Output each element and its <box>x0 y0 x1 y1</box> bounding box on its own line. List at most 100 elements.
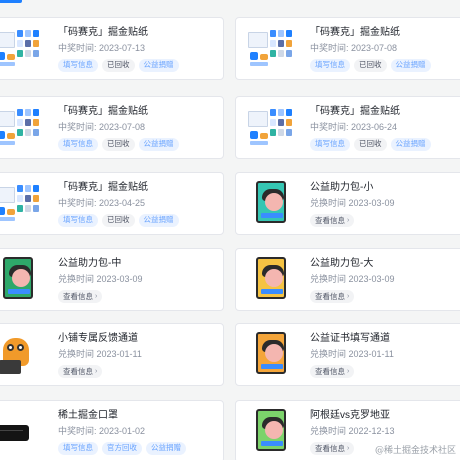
chevron-right-icon: › <box>347 444 350 452</box>
prize-pack-image <box>256 181 286 223</box>
fill-info-button[interactable]: 填写信息 <box>58 442 98 455</box>
prize-time: 中奖时间: 2023-07-08 <box>58 122 146 132</box>
prize-card[interactable]: 小铺专属反馈通道 兑换时间 2023-01-11 查看信息 › <box>0 323 224 386</box>
prize-time: 兑换时间 2022-12-13 <box>310 426 395 436</box>
prize-info: 「码赛克」掘金贴纸 中奖时间: 2023-06-24 填写信息 已回收 公益捐赠 <box>310 105 460 151</box>
prize-info: 稀土掘金口罩 中奖时间: 2023-01-02 填写信息 官方回收 公益捐赠 <box>58 409 219 455</box>
sticker-sheet-image <box>0 24 43 74</box>
chevron-right-icon: › <box>95 367 98 375</box>
charity-donate-button[interactable]: 公益捐赠 <box>390 59 431 72</box>
view-info-button[interactable]: 查看信息 › <box>310 290 355 303</box>
fill-info-button[interactable]: 填写信息 <box>310 138 350 151</box>
charity-donate-button[interactable]: 公益捐赠 <box>138 214 179 227</box>
charity-donate-button[interactable]: 公益捐赠 <box>138 59 179 72</box>
fill-info-button[interactable]: 填写信息 <box>310 59 350 72</box>
view-info-button[interactable]: 查看信息 › <box>58 365 103 378</box>
chevron-right-icon: › <box>95 292 98 300</box>
recycled-status-button[interactable]: 已回收 <box>102 214 135 227</box>
prize-thumbnail <box>246 103 296 153</box>
sticker-sheet-image <box>0 179 43 229</box>
prize-title: 「码赛克」掘金贴纸 <box>58 106 148 117</box>
sticker-sheet-image <box>246 103 296 153</box>
charity-donate-button[interactable]: 公益捐赠 <box>138 138 179 151</box>
prize-card[interactable]: 稀土掘金口罩 中奖时间: 2023-01-02 填写信息 官方回收 公益捐赠 <box>0 400 224 460</box>
prize-card[interactable]: 「码赛克」掘金贴纸 中奖时间: 2023-07-13 填写信息 已回收 公益捐赠 <box>0 17 224 80</box>
prize-time: 中奖时间: 2023-04-25 <box>58 198 146 208</box>
charity-donate-button[interactable]: 公益捐赠 <box>146 442 186 455</box>
chevron-right-icon: › <box>347 367 350 375</box>
sticker-sheet-image <box>246 24 296 74</box>
view-info-button[interactable]: 查看信息 › <box>310 442 355 455</box>
fill-info-button[interactable]: 填写信息 <box>58 59 98 72</box>
prize-time: 兑换时间 2023-01-11 <box>310 349 394 359</box>
prize-card[interactable]: 「码赛克」掘金贴纸 中奖时间: 2023-04-25 填写信息 已回收 公益捐赠 <box>0 172 224 235</box>
prize-title: 「码赛克」掘金贴纸 <box>58 27 148 38</box>
prize-card[interactable]: 「码赛克」掘金贴纸 中奖时间: 2023-07-08 填写信息 已回收 公益捐赠 <box>235 17 460 80</box>
prize-actions: 填写信息 已回收 公益捐赠 <box>58 59 219 72</box>
official-recycle-button[interactable]: 官方回收 <box>102 442 142 455</box>
prize-time: 兑换时间 2023-03-09 <box>310 198 395 208</box>
prize-thumbnail <box>0 407 43 457</box>
prize-title: 稀土掘金口罩 <box>58 410 118 421</box>
view-info-button[interactable]: 查看信息 › <box>310 214 355 227</box>
prize-card[interactable]: 「码赛克」掘金贴纸 中奖时间: 2023-06-24 填写信息 已回收 公益捐赠 <box>235 96 460 159</box>
watermark: @稀土掘金技术社区 <box>374 446 456 456</box>
view-info-button[interactable]: 查看信息 › <box>310 365 355 378</box>
fill-info-button[interactable]: 填写信息 <box>58 138 98 151</box>
recycled-status-button[interactable]: 已回收 <box>354 138 387 151</box>
prize-time: 兑换时间 2023-03-09 <box>58 274 143 284</box>
prize-title: 阿根廷vs克罗地亚 <box>310 410 390 421</box>
recycled-status-button[interactable]: 已回收 <box>102 59 135 72</box>
prize-info: 小铺专属反馈通道 兑换时间 2023-01-11 查看信息 › <box>58 332 219 378</box>
view-info-label: 查看信息 <box>315 366 345 376</box>
prize-pack-image <box>256 409 286 451</box>
prize-title: 公益证书填写通道 <box>310 333 390 344</box>
prize-info: 「码赛克」掘金贴纸 中奖时间: 2023-04-25 填写信息 已回收 公益捐赠 <box>58 181 219 227</box>
prize-info: 公益证书填写通道 兑换时间 2023-01-11 查看信息 › <box>310 332 460 378</box>
prize-actions: 填写信息 已回收 公益捐赠 <box>58 138 219 151</box>
prize-pack-image <box>256 332 286 374</box>
view-info-button[interactable]: 查看信息 › <box>58 290 103 303</box>
prize-info: 公益助力包-大 兑换时间 2023-03-09 查看信息 › <box>310 257 460 303</box>
prize-card[interactable]: 公益助力包-小兑换时间 2023-03-09 查看信息 › <box>235 172 460 235</box>
view-info-label: 查看信息 <box>315 215 345 225</box>
prize-title: 公益助力包-中 <box>58 258 122 269</box>
prize-info: 公益助力包-小兑换时间 2023-03-09 查看信息 › <box>310 181 460 227</box>
view-info-label: 查看信息 <box>315 443 345 453</box>
prize-card[interactable]: 公益助力包-大 兑换时间 2023-03-09 查看信息 › <box>235 248 460 311</box>
prize-actions: 查看信息 › <box>58 290 219 303</box>
prize-thumbnail <box>246 255 296 305</box>
recycled-status-button[interactable]: 已回收 <box>354 59 387 72</box>
charity-donate-button[interactable]: 公益捐赠 <box>390 138 431 151</box>
mask-image <box>0 407 43 457</box>
prize-card[interactable]: 公益证书填写通道 兑换时间 2023-01-11 查看信息 › <box>235 323 460 386</box>
prize-title: 「码赛克」掘金贴纸 <box>310 106 400 117</box>
fill-info-button[interactable]: 填写信息 <box>58 214 98 227</box>
prize-actions: 查看信息 › <box>310 290 460 303</box>
prize-title: 「码赛克」掘金贴纸 <box>310 27 400 38</box>
prize-title: 公益助力包-小 <box>310 182 374 193</box>
view-info-label: 查看信息 <box>315 291 345 301</box>
prize-title: 小铺专属反馈通道 <box>58 333 138 344</box>
prize-actions: 查看信息 › <box>58 365 219 378</box>
mascot-image <box>0 330 43 380</box>
prize-info: 「码赛克」掘金贴纸 中奖时间: 2023-07-08 填写信息 已回收 公益捐赠 <box>310 26 460 72</box>
prize-info: 「码赛克」掘金贴纸 中奖时间: 2023-07-08 填写信息 已回收 公益捐赠 <box>58 105 219 151</box>
prize-thumbnail <box>0 330 43 380</box>
view-info-label: 查看信息 <box>63 291 93 301</box>
prize-actions: 填写信息 已回收 公益捐赠 <box>310 138 460 151</box>
prize-thumbnail <box>0 103 43 153</box>
prize-card[interactable]: 公益助力包-中兑换时间 2023-03-09 查看信息 › <box>0 248 224 311</box>
prize-time: 中奖时间: 2023-07-13 <box>58 43 146 53</box>
prize-thumbnail <box>246 24 296 74</box>
prize-pack-image <box>256 257 286 299</box>
prize-actions: 填写信息 已回收 公益捐赠 <box>310 59 460 72</box>
prize-card-grid: 「码赛克」掘金贴纸 中奖时间: 2023-07-13 填写信息 已回收 公益捐赠 「码赛克… <box>0 0 460 460</box>
prize-info: 公益助力包-中兑换时间 2023-03-09 查看信息 › <box>58 257 219 303</box>
prize-title: 公益助力包-大 <box>310 258 374 269</box>
prize-card[interactable]: 「码赛克」掘金贴纸 中奖时间: 2023-07-08 填写信息 已回收 公益捐赠 <box>0 96 224 159</box>
chevron-right-icon: › <box>347 216 350 224</box>
prize-thumbnail <box>246 330 296 380</box>
sticker-sheet-image <box>0 103 43 153</box>
recycled-status-button[interactable]: 已回收 <box>102 138 135 151</box>
